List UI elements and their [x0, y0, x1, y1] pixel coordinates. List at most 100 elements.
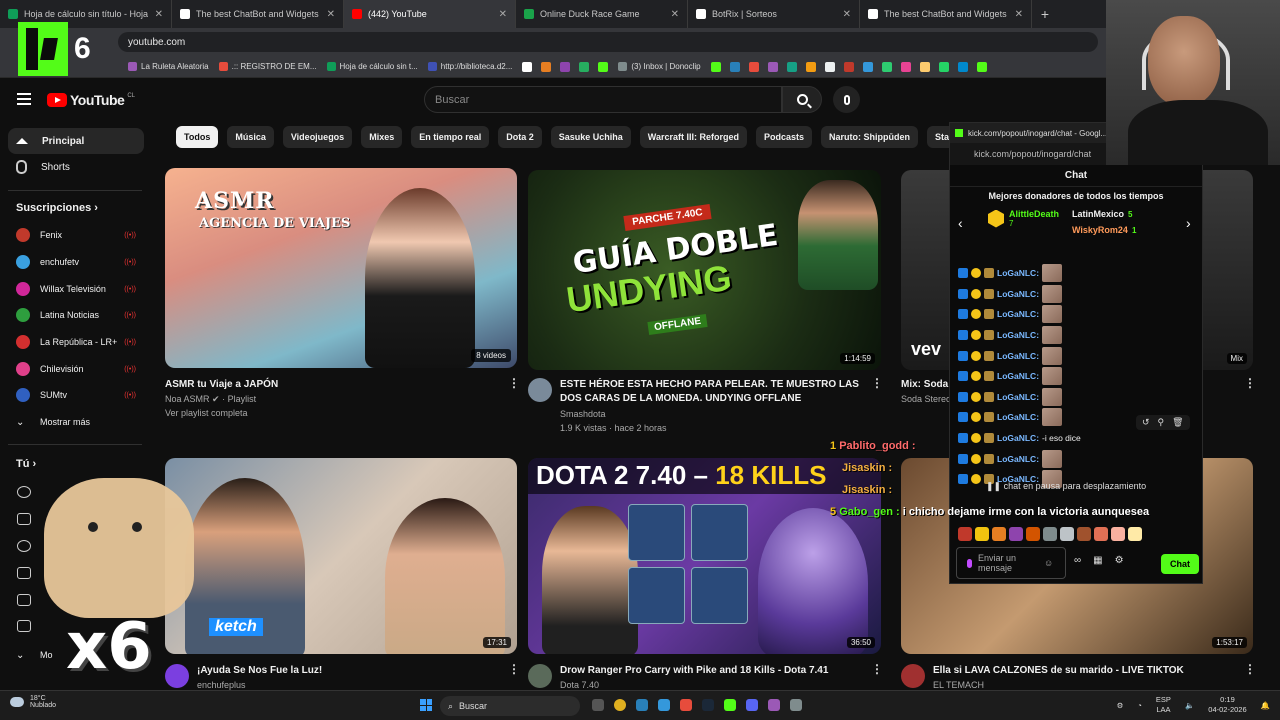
chip[interactable]: Videojuegos	[282, 126, 353, 148]
subscriptions-header[interactable]: Suscripciones ›	[16, 202, 98, 214]
sidebar-item-home[interactable]: Principal	[8, 128, 144, 154]
bookmark-icon[interactable]	[862, 61, 873, 72]
microphone-icon[interactable]	[967, 558, 972, 568]
video-channel[interactable]: Smashdota	[560, 407, 606, 421]
chip[interactable]: Música	[227, 126, 274, 148]
bookmark-icon[interactable]	[786, 61, 797, 72]
bookmark-icon[interactable]	[767, 61, 778, 72]
video-channel[interactable]: Noa ASMR ✔ · Playlist	[165, 392, 256, 406]
playlists-icon[interactable]	[17, 513, 31, 525]
emote-icon[interactable]	[992, 527, 1006, 541]
language-indicator[interactable]: ESP LAA	[1156, 695, 1171, 715]
downloads-icon[interactable]	[17, 620, 31, 632]
tab-botrix[interactable]: BotRix | Sorteos ✕	[688, 0, 860, 28]
taskbar-search[interactable]: ⌕ Buscar	[440, 696, 580, 716]
emote-icon[interactable]	[1077, 527, 1091, 541]
emote-icon[interactable]	[958, 527, 972, 541]
emote-icon[interactable]	[1111, 527, 1125, 541]
more-options-icon[interactable]: ⋮	[871, 376, 883, 390]
gear-icon[interactable]: ⚙	[1115, 555, 1124, 566]
bookmark-hoja[interactable]: Hoja de cálculo sin t...	[326, 62, 418, 71]
history-icon[interactable]	[17, 486, 31, 498]
bookmark-icon[interactable]	[824, 61, 835, 72]
notifications-icon[interactable]: 🔔	[1261, 701, 1270, 710]
steam-icon[interactable]	[702, 699, 714, 711]
tab-youtube[interactable]: (442) YouTube ✕	[344, 0, 516, 28]
emote-icon[interactable]	[1043, 527, 1057, 541]
sidebar-item-shorts[interactable]: Shorts	[8, 154, 144, 180]
close-icon[interactable]: ✕	[327, 9, 335, 20]
bookmark-icon[interactable]	[805, 61, 816, 72]
bookmark-icon[interactable]	[919, 61, 930, 72]
video-thumbnail[interactable]: ketch 17:31	[165, 458, 517, 654]
video-title[interactable]: Mix: Soda	[901, 378, 948, 392]
video-thumbnail[interactable]: DOTA 2 7.40 – 18 KILLS 36:50	[528, 458, 881, 654]
link-icon[interactable]: ∞	[1074, 555, 1081, 566]
close-icon[interactable]: ✕	[671, 9, 679, 20]
bookmark-icon[interactable]	[748, 61, 759, 72]
emote-icon[interactable]	[1009, 527, 1023, 541]
more-options-icon[interactable]: ⋮	[1244, 376, 1256, 390]
gift-icon[interactable]: ▦	[1093, 555, 1102, 566]
search-button[interactable]	[782, 86, 822, 113]
chevron-right-icon[interactable]: ›	[1186, 215, 1191, 231]
your-videos-icon[interactable]	[17, 594, 31, 606]
bookmark-donoclip[interactable]: (3) Inbox | Donoclip	[618, 62, 701, 71]
menu-icon[interactable]	[17, 93, 31, 105]
wifi-icon[interactable]: ◔	[1137, 701, 1142, 710]
video-channel[interactable]: Soda Stereo	[901, 392, 951, 406]
you-header[interactable]: Tú ›	[16, 458, 36, 470]
bookmark-icon[interactable]	[710, 61, 721, 72]
more-options-icon[interactable]: ⋮	[1244, 662, 1256, 676]
pin-icon[interactable]: ⚲	[1158, 417, 1165, 428]
app-icon[interactable]	[768, 699, 780, 711]
search-input[interactable]: Buscar	[424, 86, 782, 113]
volume-icon[interactable]: 🔈	[1185, 701, 1194, 710]
bookmark-icon[interactable]	[598, 61, 609, 72]
chrome-icon[interactable]	[614, 699, 626, 711]
sidebar-channel[interactable]: Chilevisión ((•))	[16, 358, 136, 380]
chip[interactable]: Podcasts	[755, 126, 812, 148]
app-icon[interactable]	[680, 699, 692, 711]
discord-icon[interactable]	[746, 699, 758, 711]
bookmark-icon[interactable]	[560, 61, 571, 72]
bookmark-icon[interactable]	[881, 61, 892, 72]
bookmark-biblioteca[interactable]: http://biblioteca.d2...	[427, 62, 512, 71]
app-icon[interactable]	[724, 699, 736, 711]
more-options-icon[interactable]: ⋮	[508, 662, 520, 676]
youtube-logo[interactable]: YouTube CL	[47, 92, 135, 108]
close-icon[interactable]: ✕	[155, 9, 163, 20]
tab-chatbot-2[interactable]: The best ChatBot and Widgets ✕	[860, 0, 1032, 28]
bookmark-icon[interactable]	[938, 61, 949, 72]
emote-icon[interactable]	[1060, 527, 1074, 541]
chip[interactable]: Naruto: Shippūden	[821, 126, 918, 148]
chip[interactable]: Sasuke Uchiha	[550, 126, 631, 148]
bookmark-icon[interactable]	[900, 61, 911, 72]
voice-search-button[interactable]	[833, 86, 860, 113]
channel-avatar[interactable]	[528, 664, 552, 688]
bookmark-icon[interactable]	[957, 61, 968, 72]
video-thumbnail[interactable]: PARCHE 7.40C GUÍA DOBLE UNDYING OFFLANE …	[528, 170, 881, 370]
app-icon[interactable]	[790, 699, 802, 711]
tab-chatbot[interactable]: The best ChatBot and Widgets ✕	[172, 0, 344, 28]
weather-widget[interactable]: 18°C Nublado	[10, 695, 56, 709]
emoji-icon[interactable]: ☺	[1044, 558, 1053, 568]
send-chat-button[interactable]: Chat	[1161, 554, 1199, 574]
app-icon[interactable]	[636, 699, 648, 711]
bookmark-icon[interactable]	[976, 61, 987, 72]
channel-avatar[interactable]	[901, 664, 925, 688]
chevron-left-icon[interactable]: ‹	[958, 215, 963, 231]
bookmark-icon[interactable]	[541, 61, 552, 72]
close-icon[interactable]: ✕	[1015, 9, 1023, 20]
emote-icon[interactable]	[1128, 527, 1142, 541]
bookmark-registro[interactable]: .:: REGISTRO DE EM...	[218, 62, 317, 71]
video-title[interactable]: ASMR tu Viaje a JAPÓN	[165, 378, 495, 392]
video-title[interactable]: Ella si LAVA CALZONES de su marido - LIV…	[933, 664, 1184, 678]
video-title[interactable]: ESTE HÉROE ESTA HECHO PARA PELEAR. TE MU…	[560, 378, 870, 406]
emote-icon[interactable]	[1094, 527, 1108, 541]
bookmark-icon[interactable]	[522, 61, 533, 72]
new-tab-button[interactable]: +	[1032, 0, 1058, 28]
chip[interactable]: Dota 2	[498, 126, 542, 148]
emote-icon[interactable]	[975, 527, 989, 541]
sidebar-channel[interactable]: Fenix ((•))	[16, 224, 136, 246]
